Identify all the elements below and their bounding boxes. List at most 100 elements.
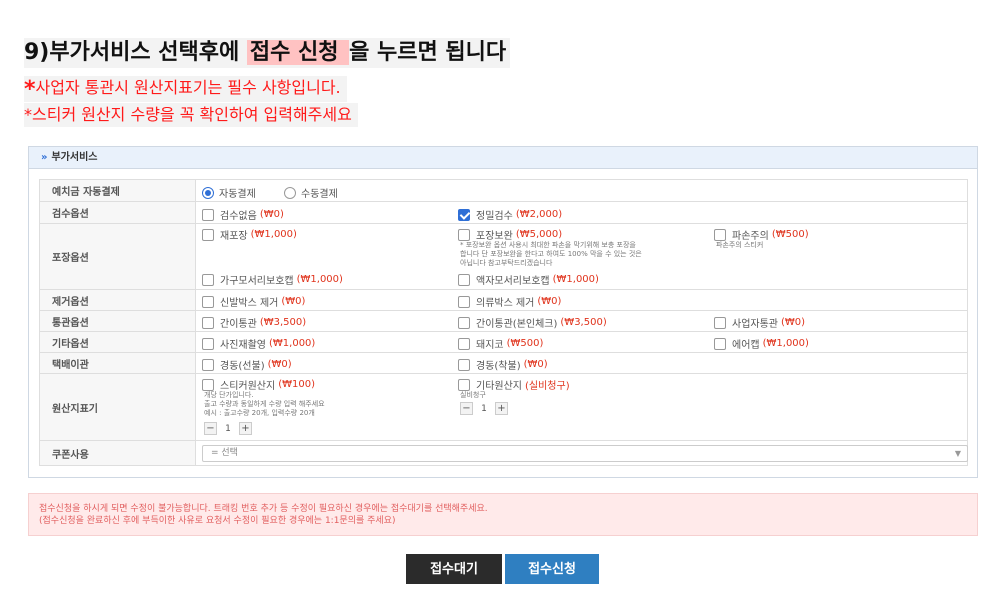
radio-manual-payment[interactable]: 수동결제	[284, 185, 338, 200]
instruction-note-sticker: *스티커 원산지 수량을 꼭 확인하여 입력해주세요	[24, 103, 358, 127]
checkbox-icon	[202, 337, 214, 350]
option-label: 가구모서리보호캡	[220, 276, 294, 287]
row-removal: 제거옵션 신발박스 제거 (₩0) 의류박스 제거 (₩0)	[39, 289, 968, 311]
option-label: 돼지코	[476, 340, 504, 351]
reinforce-note-1: * 포장보완 옵션 사용시 최대한 파손을 막기위해 보충 포장을	[460, 241, 636, 249]
plus-button[interactable]: +	[239, 422, 252, 435]
option-price: (₩3,500)	[560, 317, 607, 328]
checkbox-other-origin[interactable]: 기타원산지 (실비청구)	[458, 377, 570, 392]
checkbox-aircap[interactable]: 에어캡 (₩1,000)	[714, 336, 809, 351]
option-label: 재포장	[220, 231, 248, 242]
receipt-wait-button[interactable]: 접수대기	[406, 554, 502, 584]
option-price: (₩1,000)	[296, 274, 343, 285]
checkbox-simple-customs[interactable]: 간이통관 (₩3,500)	[202, 315, 306, 330]
checkbox-business-customs[interactable]: 사업자통관 (₩0)	[714, 315, 805, 330]
row-label: 통관옵션	[39, 310, 196, 332]
warning-alert: 접수신청을 하시게 되면 수정이 불가능합니다. 트래킹 번호 추가 등 수정이…	[28, 493, 978, 536]
heading-pre: 9)부가서비스 선택후에	[24, 40, 247, 65]
checkbox-icon	[458, 228, 470, 241]
option-label: 의류박스 제거	[476, 298, 535, 309]
checkbox-precise-inspection[interactable]: 정밀검수 (₩2,000)	[458, 207, 562, 222]
checkbox-icon	[202, 228, 214, 241]
checkbox-kyungdong-prepaid[interactable]: 경동(선불) (₩0)	[202, 357, 292, 372]
option-label: 자동결제	[219, 189, 256, 200]
row-packaging: 포장옵션 재포장 (₩1,000) 포장보완 (₩5,000) * 포장보완 옵션 …	[39, 223, 968, 290]
chevron-double-right-icon: »	[41, 152, 48, 163]
option-price: (₩500)	[506, 338, 544, 349]
heading-post: 을 누르면 됩니다	[349, 40, 507, 65]
option-price: (₩1,000)	[552, 274, 599, 285]
checkbox-icon	[714, 337, 726, 350]
option-price: (₩0)	[523, 359, 548, 370]
checkbox-kyungdong-cod[interactable]: 경동(착불) (₩0)	[458, 357, 548, 372]
note-star: *	[24, 77, 36, 102]
quantity-value[interactable]: 1	[217, 424, 239, 434]
checkbox-icon	[202, 208, 214, 221]
checkbox-icon	[458, 358, 470, 371]
checkbox-repack[interactable]: 재포장 (₩1,000)	[202, 227, 297, 242]
option-price: (₩0)	[259, 209, 284, 220]
checkbox-icon	[458, 337, 470, 350]
sticker-quantity-stepper: − 1 +	[204, 422, 252, 435]
row-label: 예치금 자동결제	[39, 179, 196, 202]
row-label: 쿠폰사용	[39, 440, 196, 466]
minus-button[interactable]: −	[204, 422, 217, 435]
option-price: (실비청구)	[525, 381, 570, 392]
option-price: (₩1,000)	[250, 229, 297, 240]
row-prepaid: 예치금 자동결제 자동결제 수동결제	[39, 179, 968, 202]
option-label: 포장보완	[476, 231, 513, 242]
heading-highlight: 접수 신청	[246, 40, 350, 65]
other-origin-note: 실비청구	[460, 391, 486, 399]
checkbox-icon	[202, 378, 214, 391]
row-label: 원산지표기	[39, 373, 196, 441]
option-price: (₩5,000)	[515, 229, 563, 240]
checkbox-frame-corner-cap[interactable]: 액자모서리보호캡 (₩1,000)	[458, 272, 599, 287]
minus-button[interactable]: −	[460, 402, 473, 415]
option-price: (₩0)	[781, 317, 806, 328]
checkbox-sticker-origin[interactable]: 스티커원산지 (₩100)	[202, 377, 315, 392]
option-label: 기타원산지	[476, 381, 522, 392]
receipt-apply-button[interactable]: 접수신청	[505, 554, 599, 584]
checkbox-photo-retake[interactable]: 사진재촬영 (₩1,000)	[202, 336, 315, 351]
checkbox-icon	[458, 316, 470, 329]
chevron-down-icon: ▼	[954, 449, 961, 458]
checkbox-fragile[interactable]: 파손주의 (₩500)	[714, 227, 809, 242]
option-price: (₩100)	[278, 379, 315, 390]
checkbox-icon	[714, 228, 726, 241]
reinforce-note-3: 아닙니다 참고부탁드리겠습니다	[460, 259, 553, 267]
checkbox-plug-adapter[interactable]: 돼지코 (₩500)	[458, 336, 543, 351]
checkbox-simple-customs-self[interactable]: 간이통관(본인체크) (₩3,500)	[458, 315, 607, 330]
checkbox-clothesbox-removal[interactable]: 의류박스 제거 (₩0)	[458, 294, 561, 309]
option-price: (₩0)	[537, 296, 562, 307]
option-label: 경동(착불)	[476, 361, 521, 372]
option-price: (₩1,000)	[762, 338, 809, 349]
option-label: 신발박스 제거	[220, 298, 279, 309]
additional-services-panel: » 부가서비스 예치금 자동결제 자동결제 수동결제 검수옵션 검수없음 (₩0) …	[28, 146, 978, 478]
checkbox-no-inspection[interactable]: 검수없음 (₩0)	[202, 207, 284, 222]
checkbox-pack-reinforce[interactable]: 포장보완 (₩5,000)	[458, 227, 562, 242]
other-origin-quantity-stepper: − 1 +	[460, 402, 508, 415]
coupon-select[interactable]: = 선택 ▼	[202, 445, 968, 462]
panel-title: 부가서비스	[51, 152, 98, 163]
option-price: (₩3,500)	[259, 317, 307, 328]
alert-line-2: (접수신청을 완료하신 후에 부득이한 사유로 요청서 수정이 필요한 경우에는…	[39, 516, 396, 526]
instruction-heading: 9)부가서비스 선택후에 접수 신청 을 누르면 됩니다	[24, 38, 511, 68]
row-customs: 통관옵션 간이통관 (₩3,500) 간이통관(본인체크) (₩3,500) 사업자…	[39, 310, 968, 332]
checkbox-icon	[202, 358, 214, 371]
row-label: 포장옵션	[39, 223, 196, 290]
checkbox-icon	[458, 273, 470, 286]
checkbox-furniture-corner-cap[interactable]: 가구모서리보호캡 (₩1,000)	[202, 272, 343, 287]
plus-button[interactable]: +	[495, 402, 508, 415]
checkbox-checked-icon	[458, 208, 470, 221]
fragile-note: 파손주의 스티커	[716, 241, 764, 249]
quantity-value[interactable]: 1	[473, 404, 495, 414]
checkbox-shoebox-removal[interactable]: 신발박스 제거 (₩0)	[202, 294, 305, 309]
option-price: (₩1,000)	[269, 338, 316, 349]
row-label: 택배이관	[39, 352, 196, 374]
option-label: 사진재촬영	[220, 340, 266, 351]
option-label: 사업자통관	[732, 319, 778, 330]
radio-auto-payment[interactable]: 자동결제	[202, 185, 256, 200]
option-label: 정밀검수	[476, 211, 513, 222]
row-inspection: 검수옵션 검수없음 (₩0) 정밀검수 (₩2,000)	[39, 201, 968, 224]
row-courier: 택배이관 경동(선불) (₩0) 경동(착불) (₩0)	[39, 352, 968, 374]
